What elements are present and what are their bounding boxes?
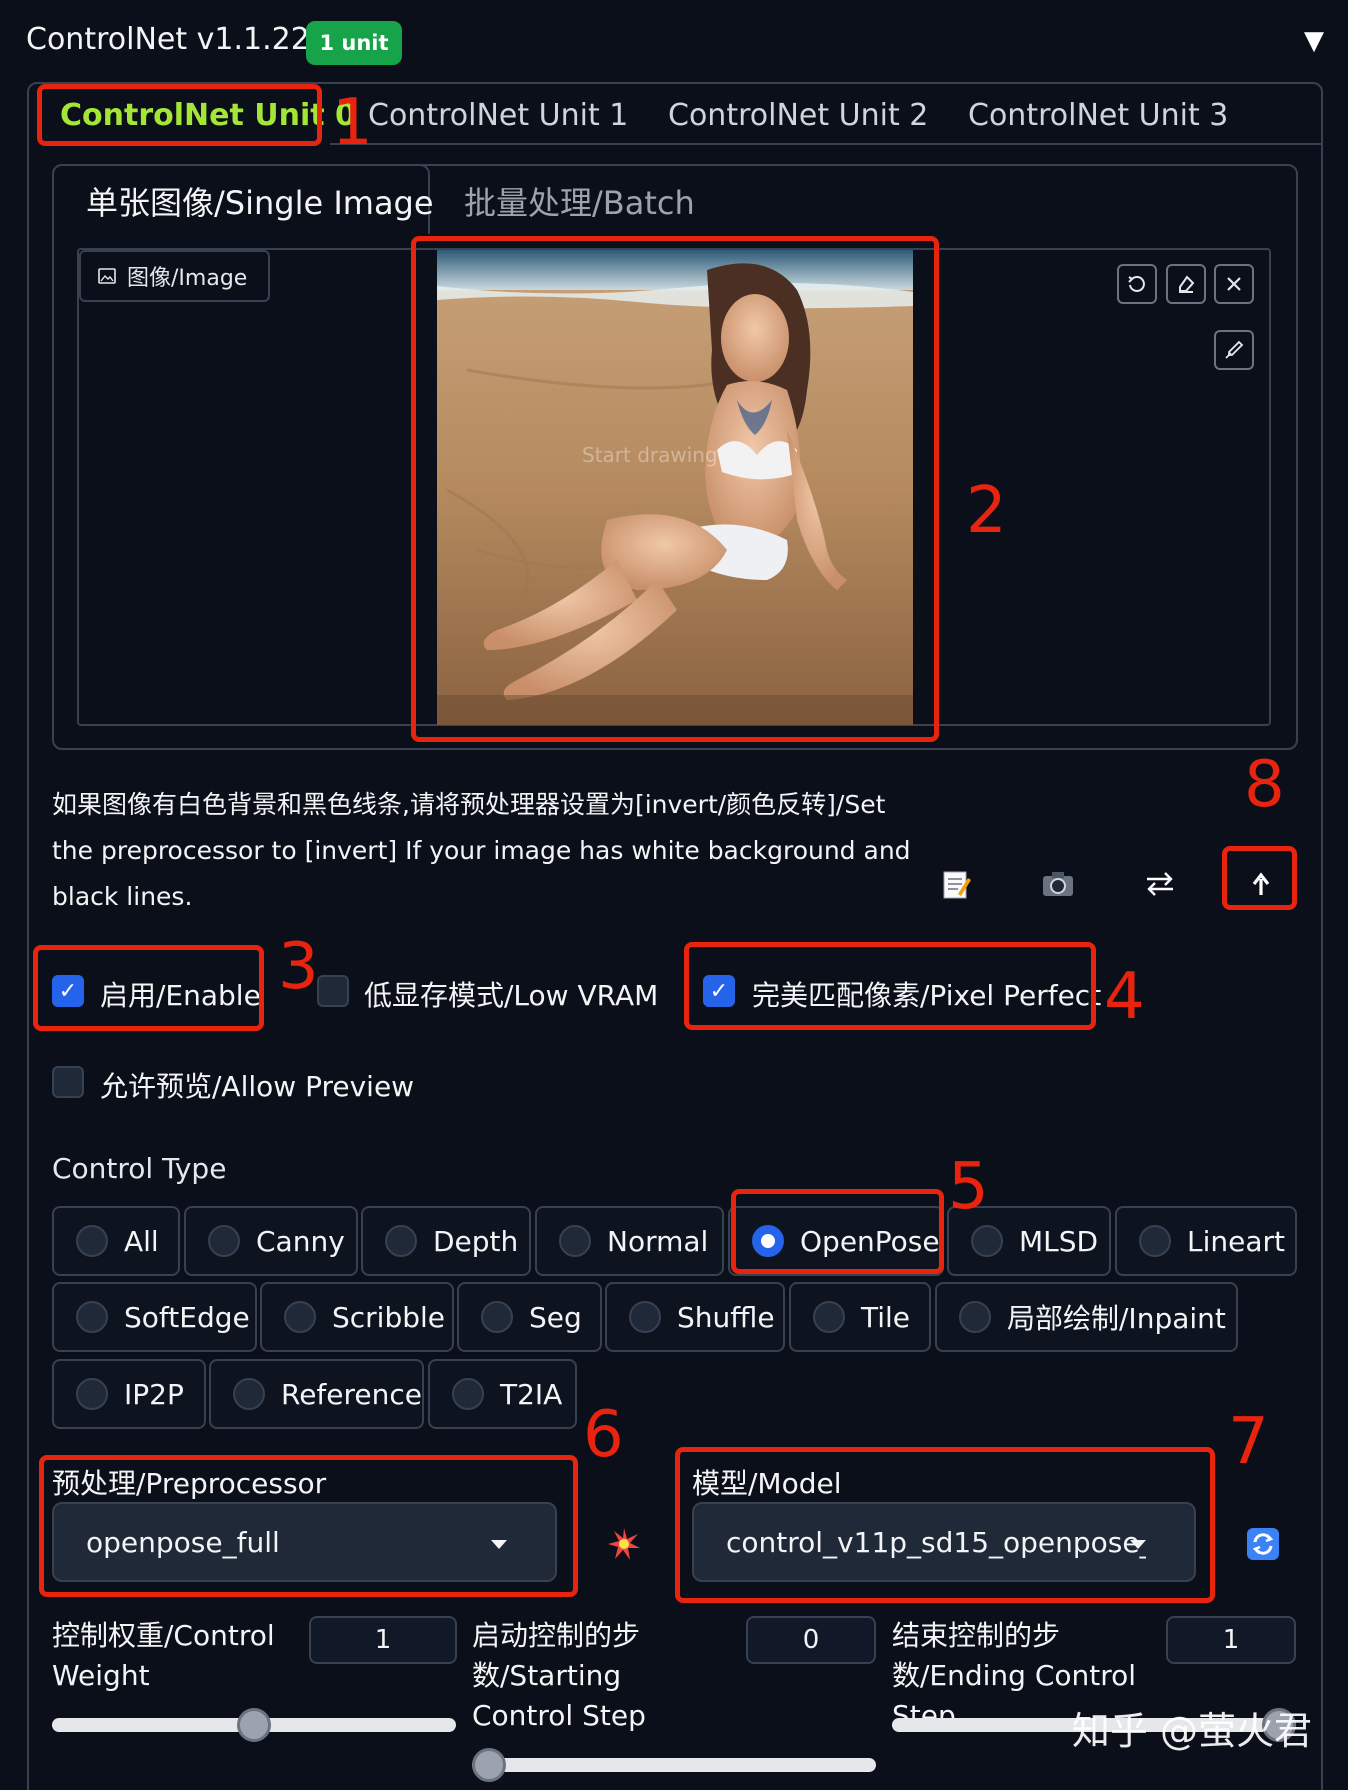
radio-label: Lineart [1187,1224,1285,1258]
start-step-label: 启动控制的步数/Starting Control Step [472,1619,646,1732]
radio-label: Canny [256,1224,345,1258]
low-vram-label: 低显存模式/Low VRAM [364,979,659,1012]
radio-dot [452,1378,484,1410]
allow-preview-checkbox[interactable] [52,1066,84,1098]
start-step-slider[interactable] [472,1758,876,1772]
radio-label: Reference [281,1377,422,1411]
radio-dot [208,1225,240,1257]
radio-all[interactable]: All [52,1206,180,1276]
radio-lineart[interactable]: Lineart [1115,1206,1297,1276]
annotation-number-6: 6 [583,1398,624,1472]
radio-depth[interactable]: Depth [361,1206,531,1276]
radio-canny[interactable]: Canny [184,1206,358,1276]
radio-dot [813,1301,845,1333]
annotation-number-1: 1 [332,86,373,160]
control-weight-thumb[interactable] [237,1708,271,1742]
control-weight-input[interactable]: 1 [309,1616,457,1664]
radio-dot [76,1225,108,1257]
watermark: 知乎 @萤火君 [1071,1709,1312,1753]
image-label-text: 图像/Image [127,266,248,291]
start-step-thumb[interactable] [472,1748,506,1782]
radio-label: IP2P [124,1377,184,1411]
radio-dot [76,1301,108,1333]
annotation-number-7: 7 [1228,1405,1269,1479]
end-step-input[interactable]: 1 [1166,1616,1296,1664]
radio-dot [233,1378,265,1410]
radio-t2ia[interactable]: T2IA [428,1359,577,1429]
tab-batch[interactable]: 批量处理/Batch [464,178,695,224]
control-type-label: Control Type [52,1152,227,1185]
radio-dot [559,1225,591,1257]
tabs-divider [330,143,1322,145]
radio-label: Depth [433,1224,519,1258]
start-step-input[interactable]: 0 [746,1616,876,1664]
radio-seg[interactable]: Seg [457,1282,602,1352]
brush-icon[interactable] [1214,330,1254,370]
annotation-number-4: 4 [1104,960,1145,1034]
radio-tile[interactable]: Tile [789,1282,931,1352]
eraser-icon[interactable] [1166,264,1206,304]
refresh-icon[interactable] [1245,1526,1281,1566]
radio-shuffle[interactable]: Shuffle [605,1282,785,1352]
radio-scribble[interactable]: Scribble [260,1282,454,1352]
annotation-box-3 [33,945,264,1031]
radio-label: Tile [861,1300,911,1334]
annotation-box-4 [684,942,1096,1030]
radio-dot [1139,1225,1171,1257]
unit-count-badge: 1 unit [306,21,402,65]
radio-dot [971,1225,1003,1257]
radio-dot [76,1378,108,1410]
radio-dot [481,1301,513,1333]
radio-label: All [124,1224,159,1258]
radio-normal[interactable]: Normal [535,1206,724,1276]
radio-dot [959,1301,991,1333]
radio-label: T2IA [500,1377,563,1411]
radio-dot [284,1301,316,1333]
annotation-number-2: 2 [966,474,1007,548]
annotation-number-5: 5 [948,1150,989,1224]
tab-unit-1[interactable]: ControlNet Unit 1 [368,98,628,133]
run-preprocessor-icon[interactable] [606,1526,642,1566]
close-icon[interactable] [1214,264,1254,304]
panel-title: ControlNet v1.1.229 [26,22,329,57]
annotation-box-1 [37,84,322,146]
control-weight-label: 控制权重/Control Weight [52,1619,275,1692]
radio-inpaint[interactable]: 局部绘制/Inpaint [935,1282,1238,1352]
radio-softedge[interactable]: SoftEdge [52,1282,257,1352]
radio-label: Scribble [332,1300,446,1334]
low-vram-checkbox[interactable] [317,975,349,1007]
annotation-box-7 [675,1447,1215,1603]
radio-ip2p[interactable]: IP2P [52,1359,206,1429]
edit-icon[interactable] [930,858,982,910]
radio-label: 局部绘制/Inpaint [1007,1302,1226,1335]
tab-unit-2[interactable]: ControlNet Unit 2 [668,98,928,133]
radio-label: SoftEdge [124,1300,250,1334]
invert-hint: 如果图像有白色背景和黑色线条,请将预处理器设置为[invert/颜色反转]/Se… [52,790,911,911]
tab-unit-3[interactable]: ControlNet Unit 3 [968,98,1228,133]
collapse-icon[interactable]: ▼ [1304,26,1324,56]
radio-dot [629,1301,661,1333]
annotation-box-5 [731,1189,944,1274]
camera-icon[interactable] [1032,858,1084,910]
annotation-box-6 [39,1455,578,1597]
radio-label: Seg [529,1300,582,1334]
image-label: 图像/Image [79,250,270,302]
tab-single-image[interactable]: 单张图像/Single Image [86,178,434,224]
image-icon [98,268,116,284]
radio-reference[interactable]: Reference [209,1359,424,1429]
annotation-number-3: 3 [278,930,319,1004]
annotation-number-8: 8 [1244,748,1285,822]
allow-preview-label: 允许预览/Allow Preview [100,1070,415,1103]
radio-label: Shuffle [677,1300,775,1334]
undo-icon[interactable] [1117,264,1157,304]
annotation-box-2 [411,236,939,742]
annotation-box-8 [1222,846,1297,910]
radio-label: Normal [607,1224,709,1258]
radio-dot [385,1225,417,1257]
swap-icon[interactable] [1134,858,1186,910]
radio-label: MLSD [1019,1224,1099,1258]
